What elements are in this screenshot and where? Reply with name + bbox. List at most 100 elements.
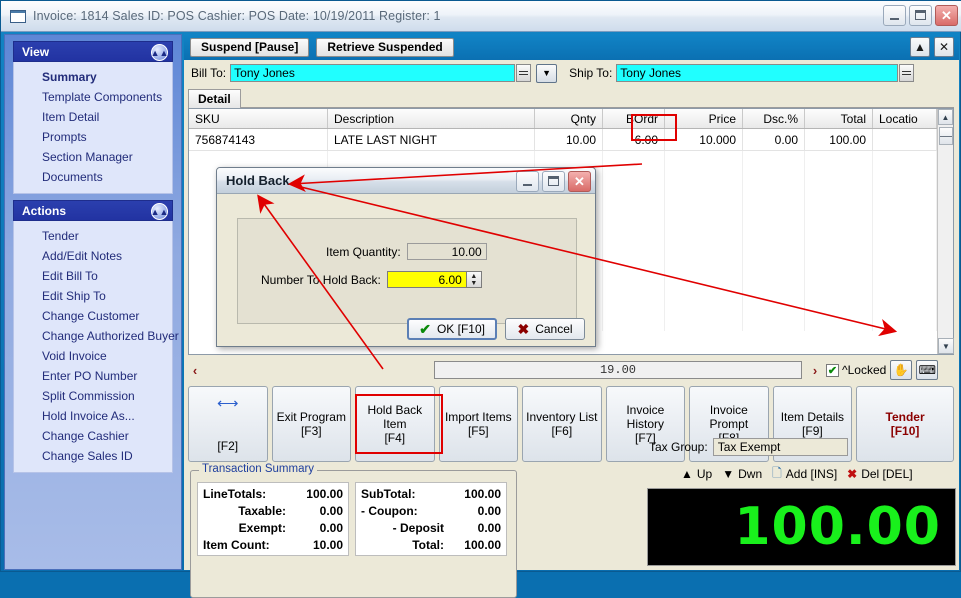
column-header-dsc[interactable]: Dsc.% — [743, 109, 805, 128]
copy-address-button[interactable]: ▼ — [536, 63, 558, 83]
suspend-button[interactable]: Suspend [Pause] — [190, 37, 310, 57]
sidebar-item-item-detail[interactable]: Item Detail — [14, 107, 172, 127]
move-up-button[interactable]: ▲ Up — [681, 467, 712, 481]
toolbar-right-controls: ▲ ✕ — [910, 37, 954, 57]
cancel-button[interactable]: ✖ Cancel — [505, 318, 585, 340]
sidebar-item-template-components[interactable]: Template Components — [14, 87, 172, 107]
summary-row-taxable: Taxable: 0.00 — [198, 502, 348, 519]
tab-detail[interactable]: Detail — [188, 89, 241, 108]
keyboard-icon[interactable]: ⌨ — [916, 360, 939, 380]
fkey-exit-program-button[interactable]: Exit Program [F3] — [271, 386, 352, 462]
scroll-down-button[interactable]: ▼ — [938, 338, 954, 354]
summary-value-taxable: 0.00 — [319, 503, 343, 518]
scroll-up-button[interactable]: ▲ — [938, 109, 953, 125]
chevron-down-icon: ▼ — [942, 341, 950, 351]
sidebar-item-summary[interactable]: Summary — [14, 67, 172, 87]
tax-group-value[interactable]: Tax Exempt — [712, 438, 848, 456]
summary-row-exempt: Exempt: 0.00 — [198, 519, 348, 536]
spinner-down-icon[interactable]: ▼ — [470, 280, 477, 287]
arrow-down-icon: ▼ — [722, 467, 735, 481]
panel-header-view[interactable]: View ▲▲ — [13, 41, 173, 62]
sidebar-item-section-manager[interactable]: Section Manager — [14, 147, 172, 167]
summary-row-item-count: Item Count: 10.00 — [198, 536, 348, 553]
add-row-button[interactable]: 🗋 Add [INS] — [772, 464, 837, 485]
sidebar-item-tender[interactable]: Tender — [14, 226, 172, 246]
sidebar-item-prompts[interactable]: Prompts — [14, 127, 172, 147]
window-titlebar: Invoice: 1814 Sales ID: POS Cashier: POS… — [1, 1, 961, 32]
close-panel-button[interactable]: ✕ — [934, 37, 954, 57]
move-down-button[interactable]: ▼ Dwn — [722, 467, 762, 481]
chevron-up-icon[interactable]: ▲▲ — [151, 44, 168, 61]
locked-checkbox[interactable]: ✔ — [826, 363, 839, 377]
dialog-minimize-button[interactable] — [516, 171, 539, 192]
retrieve-suspended-button[interactable]: Retrieve Suspended — [316, 37, 454, 57]
grid-vertical-scrollbar[interactable]: ▲ ▼ — [937, 109, 954, 354]
bill-to-input[interactable]: Tony Jones — [230, 64, 516, 82]
ship-to-input[interactable]: Tony Jones — [616, 64, 899, 82]
scrollbar-thumb[interactable] — [939, 127, 953, 145]
ship-to-lookup-button[interactable] — [899, 64, 915, 82]
bill-to-lookup-button[interactable] — [516, 64, 532, 82]
maximize-button[interactable] — [909, 5, 932, 26]
column-header-qnty[interactable]: Qnty — [535, 109, 603, 128]
chevron-down-icon: ▼ — [542, 68, 552, 78]
column-header-description[interactable]: Description — [328, 109, 535, 128]
summary-key-total: Total: — [412, 537, 444, 552]
sidebar-item-change-customer[interactable]: Change Customer — [14, 306, 172, 326]
arrow-up-icon: ▲ — [681, 467, 693, 481]
dialog-maximize-button[interactable] — [542, 171, 565, 192]
fkey-tender-label: Tender — [885, 410, 925, 424]
column-header-bordr[interactable]: BOrdr — [603, 109, 665, 128]
locked-label: ^Locked — [842, 363, 887, 377]
page-add-icon: 🗋 — [772, 465, 782, 480]
fkey-import-items-button[interactable]: Import Items [F5] — [438, 386, 519, 462]
delete-row-button[interactable]: ✖ Del [DEL] — [847, 467, 912, 481]
table-row[interactable]: 756874143 LATE LAST NIGHT 10.00 6.00 10.… — [189, 129, 953, 151]
fkey-f2-button[interactable]: ⟷ [F2] — [188, 386, 268, 462]
sidebar-item-void-invoice[interactable]: Void Invoice — [14, 346, 172, 366]
sidebar-item-hold-invoice-as[interactable]: Hold Invoice As... — [14, 406, 172, 426]
delete-x-icon: ✖ — [847, 467, 858, 481]
summary-row-subtotal: SubTotal: 100.00 — [356, 485, 506, 502]
sidebar-item-change-authorized-buyer[interactable]: Change Authorized Buyer — [14, 326, 179, 346]
panel-body-view: Summary Template Components Item Detail … — [13, 62, 173, 194]
cell-dsc: 0.00 — [743, 129, 805, 150]
hand-icon[interactable]: ✋ — [890, 360, 913, 380]
dialog-titlebar[interactable]: Hold Back ✕ — [217, 168, 595, 194]
sidebar-item-enter-po-number[interactable]: Enter PO Number — [14, 366, 172, 386]
hold-back-input[interactable]: 6.00 — [386, 271, 467, 288]
window-title: Invoice: 1814 Sales ID: POS Cashier: POS… — [33, 9, 441, 23]
column-header-sku[interactable]: SKU — [189, 109, 328, 128]
sidebar-item-split-commission[interactable]: Split Commission — [14, 386, 172, 406]
panel-header-actions[interactable]: Actions ▲▲ — [13, 200, 173, 221]
dialog-close-button[interactable]: ✕ — [568, 171, 591, 192]
chevron-up-icon[interactable]: ▲▲ — [151, 203, 168, 220]
sidebar-item-change-cashier[interactable]: Change Cashier — [14, 426, 172, 446]
spinner-up-icon[interactable]: ▲ — [470, 273, 477, 280]
collapse-panel-button[interactable]: ▲ — [910, 37, 930, 57]
column-header-total[interactable]: Total — [805, 109, 873, 128]
dialog-buttons: ✔ OK [F10] ✖ Cancel — [407, 318, 585, 340]
transaction-summary-panel: Transaction Summary LineTotals: 100.00 T… — [190, 463, 517, 598]
fkey-hold-back-item-button[interactable]: Hold Back Item [F4] — [355, 386, 435, 462]
next-record-button[interactable]: › — [808, 363, 822, 378]
add-row-label: Add [INS] — [785, 467, 838, 481]
close-button[interactable]: ✕ — [935, 5, 958, 26]
sidebar-item-edit-bill-to[interactable]: Edit Bill To — [14, 266, 172, 286]
sidebar-item-add-edit-notes[interactable]: Add/Edit Notes — [14, 246, 172, 266]
minimize-button[interactable] — [883, 5, 906, 26]
panel-title-view: View — [22, 44, 50, 59]
previous-record-button[interactable]: ‹ — [188, 363, 202, 378]
sidebar-item-documents[interactable]: Documents — [14, 167, 172, 187]
fkey-inventory-list-button[interactable]: Inventory List [F6] — [522, 386, 602, 462]
sidebar-item-edit-ship-to[interactable]: Edit Ship To — [14, 286, 172, 306]
hold-back-stepper[interactable]: ▲ ▼ — [466, 271, 482, 288]
column-header-price[interactable]: Price — [665, 109, 743, 128]
ok-button[interactable]: ✔ OK [F10] — [407, 318, 497, 340]
sidebar-panel-view: View ▲▲ Summary Template Components Item… — [13, 41, 173, 194]
fkey-tender-button[interactable]: Tender [F10] — [856, 386, 955, 462]
column-header-location[interactable]: Locatio — [873, 109, 937, 128]
sidebar: View ▲▲ Summary Template Components Item… — [4, 34, 182, 570]
sidebar-item-change-sales-id[interactable]: Change Sales ID — [14, 446, 172, 466]
summary-value-item-count: 10.00 — [312, 537, 343, 552]
